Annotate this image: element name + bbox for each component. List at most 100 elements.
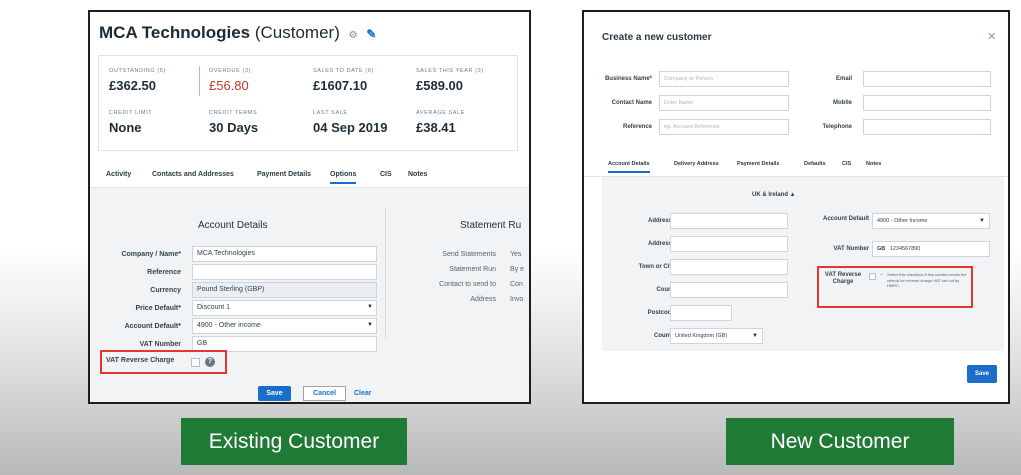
vat-reverse-charge-checkbox[interactable] [191, 358, 200, 367]
telephone-label: Telephone [822, 124, 852, 130]
county-input[interactable] [670, 282, 788, 298]
stat-last-sale: LAST SALE 04 Sep 2019 [313, 110, 413, 135]
contact-to-send-label: Contact to send to [439, 281, 496, 288]
stat-label: CREDIT LIMIT [109, 110, 153, 116]
account-default-label: Account Default [822, 216, 869, 222]
close-icon[interactable]: × [987, 28, 996, 45]
tab-cis[interactable]: CIS [380, 171, 392, 178]
stat-overdue: OVERDUE (3) £56.80 [209, 68, 309, 93]
existing-customer-screenshot: MCA Technologies (Customer) ⚙ ✎ OUTSTAND… [88, 10, 531, 404]
account-default-select[interactable]: 4900 - Other income ▼ [192, 318, 377, 334]
business-name-input[interactable]: Company or Person [659, 71, 789, 87]
dash: – [880, 272, 883, 278]
statement-run-label: Statement Run [449, 266, 496, 273]
stat-value: 30 Days [209, 120, 259, 135]
email-label: Email [835, 76, 852, 82]
vat-number-label: VAT Number [139, 341, 181, 348]
vat-reverse-charge-highlight: VAT Reverse Charge – Select this checkbo… [817, 266, 973, 308]
stat-value: £589.00 [416, 78, 463, 93]
stat-label: SALES THIS YEAR (3) [416, 68, 484, 74]
stat-value: £362.50 [109, 78, 156, 93]
region-toggle[interactable]: UK & Ireland ▲ [752, 192, 796, 198]
price-default-value: Discount 1 [197, 304, 231, 311]
stat-value: £56.80 [209, 78, 249, 93]
stat-label: SALES TO DATE (6) [313, 68, 374, 74]
cancel-button[interactable]: Cancel [303, 386, 346, 401]
account-default-value: 4900 - Other income [197, 322, 261, 329]
reference-label: Reference [622, 124, 652, 130]
tab-contacts-and-addresses[interactable]: Contacts and Addresses [152, 171, 234, 178]
stat-credit-limit: CREDIT LIMIT None [109, 110, 209, 135]
customer-tabs: Activity Contacts and Addresses Payment … [90, 164, 529, 188]
address2-input[interactable] [670, 236, 788, 252]
save-button[interactable]: Save [258, 386, 291, 401]
address1-input[interactable] [670, 213, 788, 229]
price-default-select[interactable]: Discount 1 ▼ [192, 300, 377, 316]
divider [199, 66, 200, 96]
save-button[interactable]: Save [967, 365, 997, 383]
vat-reverse-charge-help-text: Select this checkbox if this contact mee… [887, 272, 967, 288]
send-statements-value: Yes [510, 251, 522, 258]
contact-name-input[interactable]: Enter Name [659, 95, 789, 111]
vat-number-value: 1234567890 [889, 246, 921, 252]
tab-activity[interactable]: Activity [106, 171, 131, 178]
send-statements-label: Send Statements [442, 251, 496, 258]
stat-sales-this-year: SALES THIS YEAR (3) £589.00 [416, 68, 516, 93]
customer-type: (Customer) [254, 23, 340, 42]
vat-reverse-charge-checkbox[interactable] [869, 273, 876, 280]
stat-label: OVERDUE (3) [209, 68, 252, 74]
reference-input[interactable] [192, 264, 377, 280]
account-default-label: Account Default* [124, 323, 181, 330]
vat-reverse-charge-label: VAT Reverse Charge [106, 357, 175, 364]
account-default-value: 4900 - Other Income [877, 218, 928, 224]
stat-value: £1607.10 [313, 78, 368, 93]
stat-value: 04 Sep 2019 [313, 120, 388, 135]
stat-label: OUTSTANDING (5) [109, 68, 166, 74]
settings-icon[interactable]: ⚙ [349, 30, 358, 41]
tab-options[interactable]: Options [330, 171, 357, 184]
reference-input[interactable]: eg. Account Reference [659, 119, 789, 135]
divider [385, 208, 386, 338]
caret-down-icon: ▼ [367, 322, 373, 328]
postcode-input[interactable] [670, 305, 732, 321]
address-value: Invo [510, 296, 524, 303]
tab-delivery-address[interactable]: Delivery Address [674, 161, 719, 167]
vat-prefix: GB [877, 246, 886, 252]
email-input[interactable] [863, 71, 991, 87]
country-value: United Kingdom (GB) [675, 333, 728, 339]
stat-label: CREDIT TERMS [209, 110, 258, 116]
account-default-select[interactable]: 4900 - Other Income ▼ [872, 213, 990, 229]
tab-notes[interactable]: Notes [408, 171, 427, 178]
edit-pencil-icon[interactable]: ✎ [366, 27, 376, 41]
caret-down-icon: ▼ [367, 304, 373, 310]
address-label: Address [470, 296, 496, 303]
customer-title: MCA Technologies (Customer) ⚙ ✎ [99, 23, 376, 43]
tab-notes[interactable]: Notes [866, 161, 881, 167]
tab-cis[interactable]: CIS [842, 161, 851, 167]
clear-link[interactable]: Clear [354, 390, 372, 397]
tab-defaults[interactable]: Defaults [804, 161, 826, 167]
tab-payment-details[interactable]: Payment Details [257, 171, 311, 178]
town-input[interactable] [670, 259, 788, 275]
caret-down-icon: ▼ [752, 333, 758, 339]
account-details-panel: UK & Ireland ▲ Address 1 Address 2 Town … [602, 177, 1004, 351]
company-name-input[interactable]: MCA Technologies [192, 246, 377, 262]
stat-outstanding: OUTSTANDING (5) £362.50 [109, 68, 209, 93]
tab-payment-details[interactable]: Payment Details [737, 161, 780, 167]
help-icon[interactable]: ? [205, 357, 215, 367]
currency-label: Currency [150, 287, 181, 294]
tab-account-details[interactable]: Account Details [608, 161, 650, 173]
caret-down-icon: ▼ [979, 218, 985, 224]
account-details-heading: Account Details [198, 220, 268, 231]
vat-number-input[interactable]: GB 1234567890 [872, 241, 990, 257]
stat-average-sale: AVERAGE SALE £38.41 [416, 110, 516, 135]
vat-reverse-charge-highlight: VAT Reverse Charge ? [100, 350, 227, 374]
customer-name: MCA Technologies [99, 23, 251, 42]
mobile-input[interactable] [863, 95, 991, 111]
reference-label: Reference [147, 269, 181, 276]
new-customer-tabs: Account Details Delivery Address Payment… [584, 155, 1008, 177]
existing-customer-caption: Existing Customer [181, 418, 407, 465]
vat-reverse-charge-label: VAT Reverse Charge [824, 272, 862, 285]
country-select[interactable]: United Kingdom (GB) ▼ [670, 328, 763, 344]
telephone-input[interactable] [863, 119, 991, 135]
